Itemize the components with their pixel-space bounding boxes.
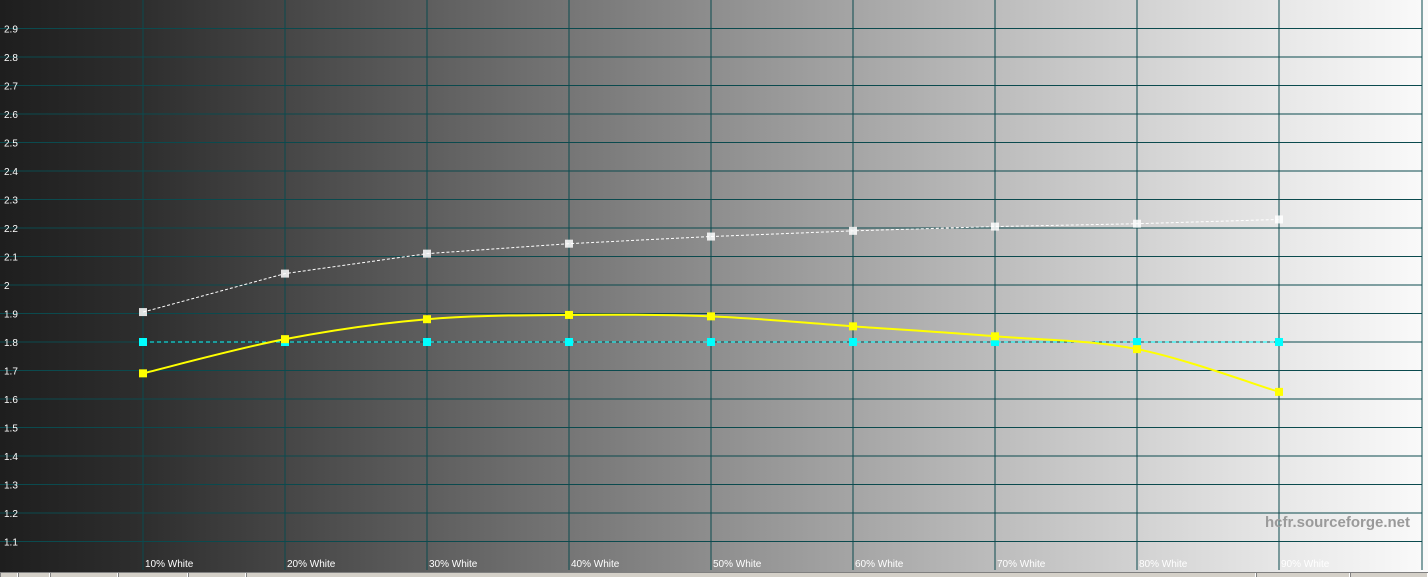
y-tick-label: 2.7 [4, 82, 18, 93]
watermark: hcfr.sourceforge.net [1265, 514, 1410, 531]
data-point-dotted [1133, 219, 1141, 228]
data-point-solid [139, 369, 147, 378]
x-tick-label: 80% White [1139, 559, 1188, 570]
x-tick-label: 10% White [145, 559, 194, 570]
y-tick-label: 2.3 [4, 196, 18, 207]
status-segment [18, 573, 50, 577]
data-point-dotted [1275, 215, 1283, 224]
status-segment [188, 573, 246, 577]
data-point-dashed [1275, 338, 1283, 346]
y-tick-label: 1.3 [4, 481, 18, 492]
grid-lines [0, 0, 1423, 570]
y-tick-label: 2.2 [4, 224, 18, 235]
data-point-dotted [991, 222, 999, 231]
x-tick-label: 20% White [287, 559, 336, 570]
data-point-solid [849, 322, 857, 331]
status-segment [118, 573, 188, 577]
y-tick-label: 2 [4, 281, 10, 292]
x-tick-label: 30% White [429, 559, 478, 570]
x-tick-label: 40% White [571, 559, 620, 570]
data-point-dotted [139, 308, 147, 317]
bottom-status-bar [0, 572, 1428, 577]
x-tick-label: 60% White [855, 559, 904, 570]
data-point-solid [281, 335, 289, 344]
y-tick-label: 1.8 [4, 338, 18, 349]
data-point-solid [707, 312, 715, 321]
x-tick-label: 90% White [1281, 559, 1330, 570]
data-point-solid [991, 332, 999, 341]
y-tick-label: 2.1 [4, 253, 18, 264]
y-tick-label: 1.9 [4, 310, 18, 321]
status-segment [1350, 573, 1428, 577]
y-tick-label: 2.5 [4, 139, 18, 150]
chart-svg: 1.1 1.2 1.3 1.4 1.5 1.6 1.7 1.8 1.9 2 2.1 2.2 2.3 2.4… [0, 0, 1428, 572]
data-point-solid [423, 315, 431, 324]
y-tick-label: 1.6 [4, 395, 18, 406]
data-point-dotted [565, 239, 573, 248]
y-tick-label: 2.6 [4, 110, 18, 121]
y-tick-label: 1.1 [4, 538, 18, 549]
data-point-dashed [849, 338, 857, 346]
data-point-dashed [423, 338, 431, 346]
y-tick-label: 2.9 [4, 25, 18, 36]
data-point-dotted [281, 269, 289, 278]
y-tick-label: 1.5 [4, 424, 18, 435]
y-tick-label: 2.8 [4, 53, 18, 64]
data-point-solid [1133, 345, 1141, 354]
data-point-solid [565, 310, 573, 319]
status-segment [1256, 573, 1350, 577]
gamma-chart: 1.1 1.2 1.3 1.4 1.5 1.6 1.7 1.8 1.9 2 2.1 2.2 2.3 2.4… [0, 0, 1428, 572]
data-point-dotted [707, 232, 715, 241]
data-point-dashed [707, 338, 715, 346]
status-segment [50, 573, 118, 577]
y-tick-label: 2.4 [4, 167, 18, 178]
data-point-dashed [139, 338, 147, 346]
x-tick-label: 50% White [713, 559, 762, 570]
data-point-dashed [1133, 338, 1141, 346]
status-segment [246, 573, 1256, 577]
data-point-dashed [565, 338, 573, 346]
data-point-dotted [423, 249, 431, 258]
x-tick-label: 70% White [997, 559, 1046, 570]
data-point-dotted [849, 226, 857, 235]
y-tick-label: 1.4 [4, 452, 18, 463]
y-tick-label: 1.7 [4, 367, 18, 378]
data-point-solid [1275, 387, 1283, 396]
status-segment [0, 573, 18, 577]
y-tick-label: 1.2 [4, 509, 18, 520]
